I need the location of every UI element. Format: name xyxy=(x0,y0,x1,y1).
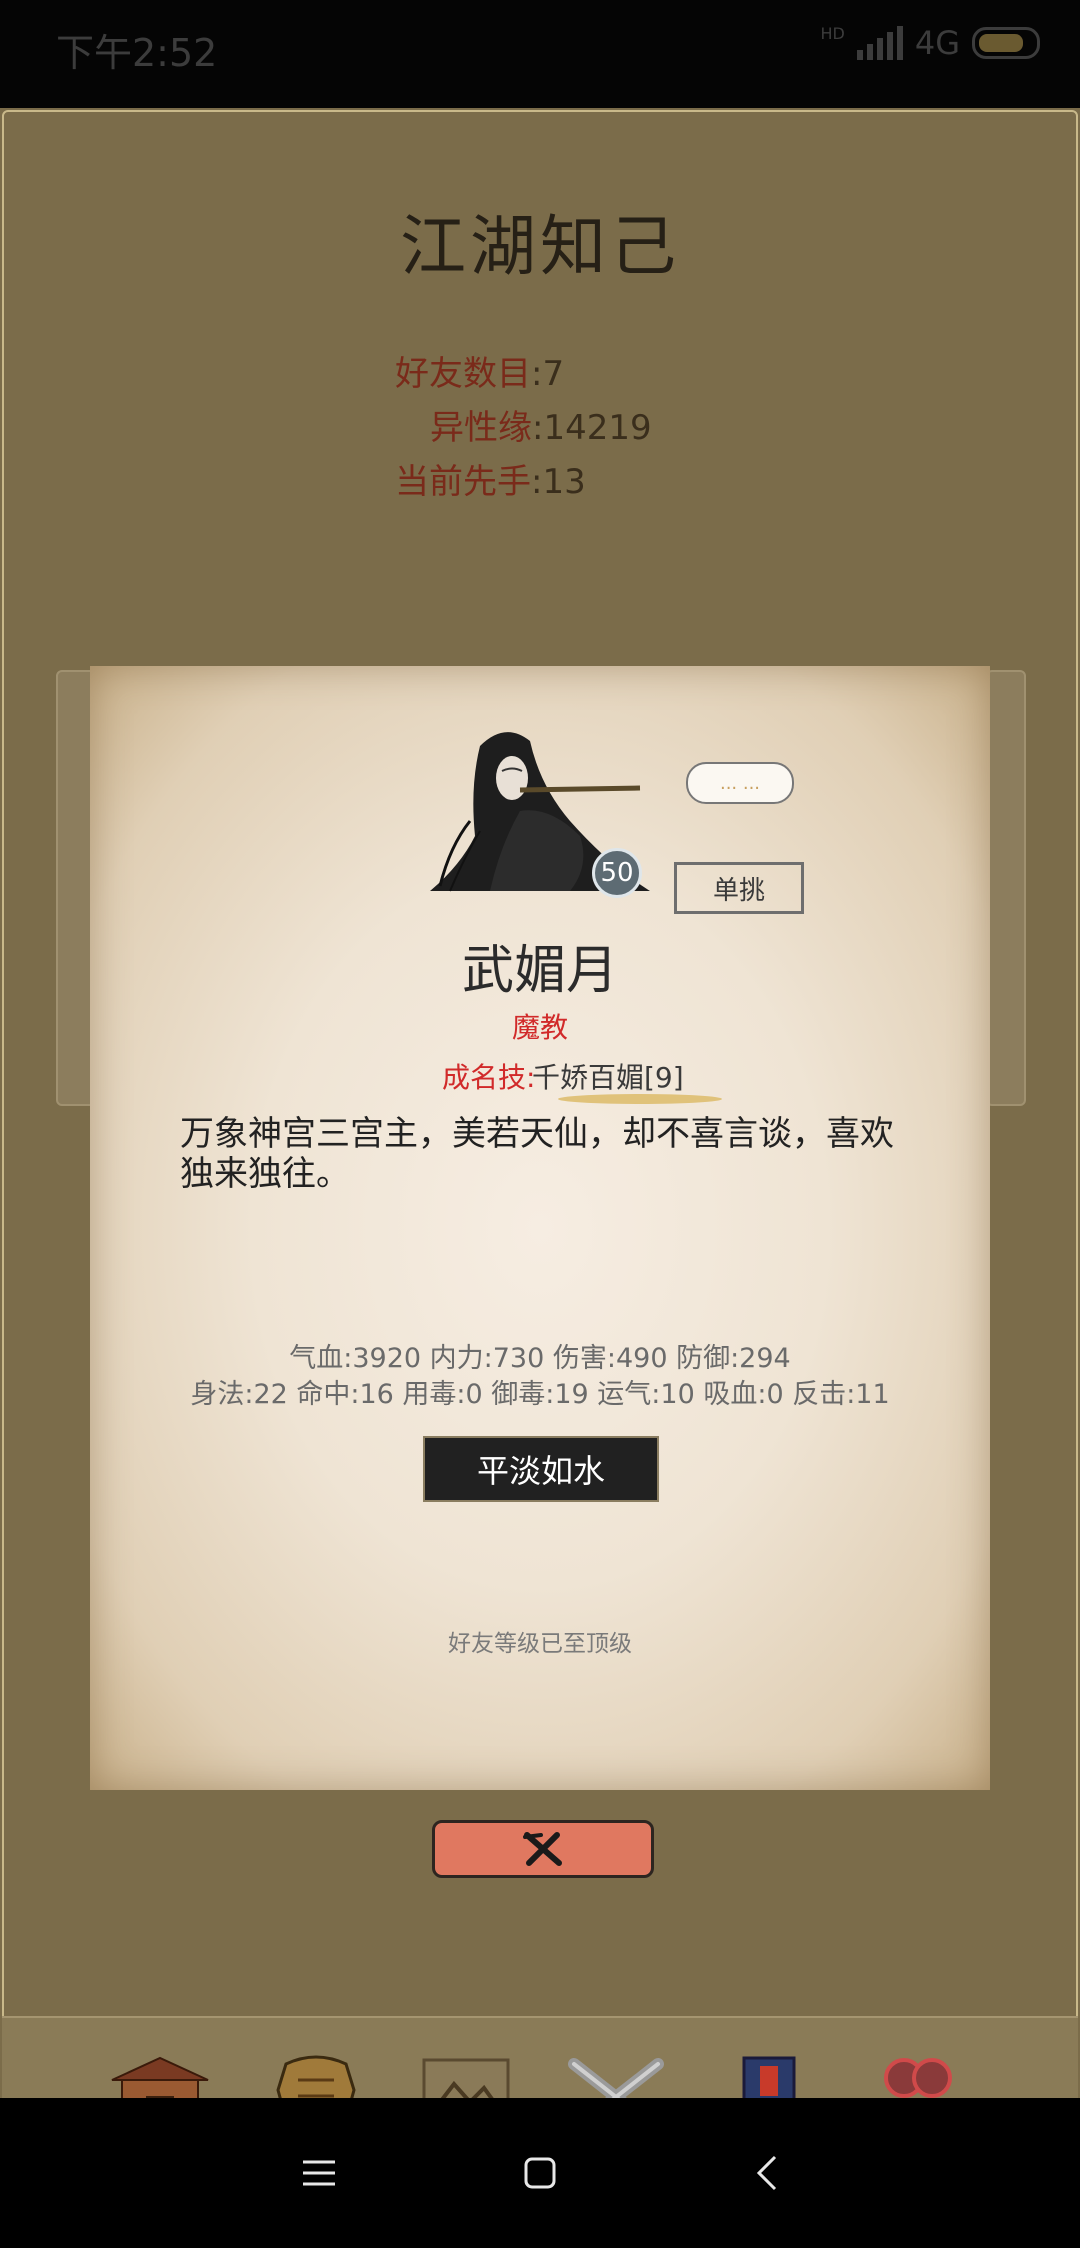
page-title: 江湖知己 xyxy=(400,208,680,285)
friendship-level-button[interactable]: 平淡如水 xyxy=(423,1436,659,1502)
friendship-max-note: 好友等级已至顶级 xyxy=(448,1631,632,1657)
hd-label: HD xyxy=(820,23,845,43)
duel-button[interactable]: 单挑 xyxy=(674,862,804,914)
character-detail-modal: 50 ... ... 单挑 武媚月 魔教 成名技: 千娇百媚[9] 万象神宫三宫… xyxy=(90,666,990,1790)
signature-skill-label: 成名技: xyxy=(442,1056,535,1096)
stats-line-secondary: 身法:22 命中:16 用毒:0 御毒:19 运气:10 吸血:0 反击:11 xyxy=(190,1379,890,1410)
signal-icon xyxy=(856,26,903,60)
home-icon[interactable] xyxy=(515,2148,565,2198)
close-button[interactable] xyxy=(432,1820,654,1878)
stats-line-primary: 气血:3920 内力:730 伤害:490 防御:294 xyxy=(289,1343,791,1374)
menu-icon[interactable] xyxy=(294,2148,344,2198)
character-faction: 魔教 xyxy=(511,1011,568,1044)
charm-label: 异性缘 xyxy=(430,408,532,448)
speech-bubble: ... ... xyxy=(686,762,794,804)
friend-count: 好友数目:7 xyxy=(395,346,564,395)
background-panel-right xyxy=(986,670,1026,1106)
network-label: 4G xyxy=(914,24,960,62)
level-badge: 50 xyxy=(592,848,642,898)
back-icon[interactable] xyxy=(742,2148,792,2198)
signature-skill-value[interactable]: 千娇百媚[9] xyxy=(532,1056,684,1096)
status-time: 下午2:52 xyxy=(56,31,218,75)
initiative-value: :13 xyxy=(531,462,586,502)
initiative-stat: 当前先手:13 xyxy=(395,454,586,503)
status-icons: HD 4G xyxy=(820,24,1040,62)
game-screen: 江湖知己 好友数目:7 异性缘:14219 当前先手:13 50 ... ...… xyxy=(0,108,1080,2206)
charm-value: :14219 xyxy=(532,408,652,448)
friend-count-label: 好友数目 xyxy=(395,354,531,394)
initiative-label: 当前先手 xyxy=(395,462,531,502)
character-description: 万象神宫三宫主，美若天仙，却不喜言谈，喜欢独来独往。 xyxy=(180,1114,894,1194)
charm-stat: 异性缘:14219 xyxy=(430,400,652,449)
close-icon xyxy=(523,1832,562,1866)
character-name: 武媚月 xyxy=(461,941,618,1001)
battery-icon xyxy=(972,27,1040,59)
skill-label-text: 成名技: xyxy=(442,1061,536,1094)
friend-count-value: :7 xyxy=(531,354,565,394)
status-bar: 下午2:52 HD 4G xyxy=(0,0,1080,108)
system-navigation-bar xyxy=(0,2098,1080,2248)
